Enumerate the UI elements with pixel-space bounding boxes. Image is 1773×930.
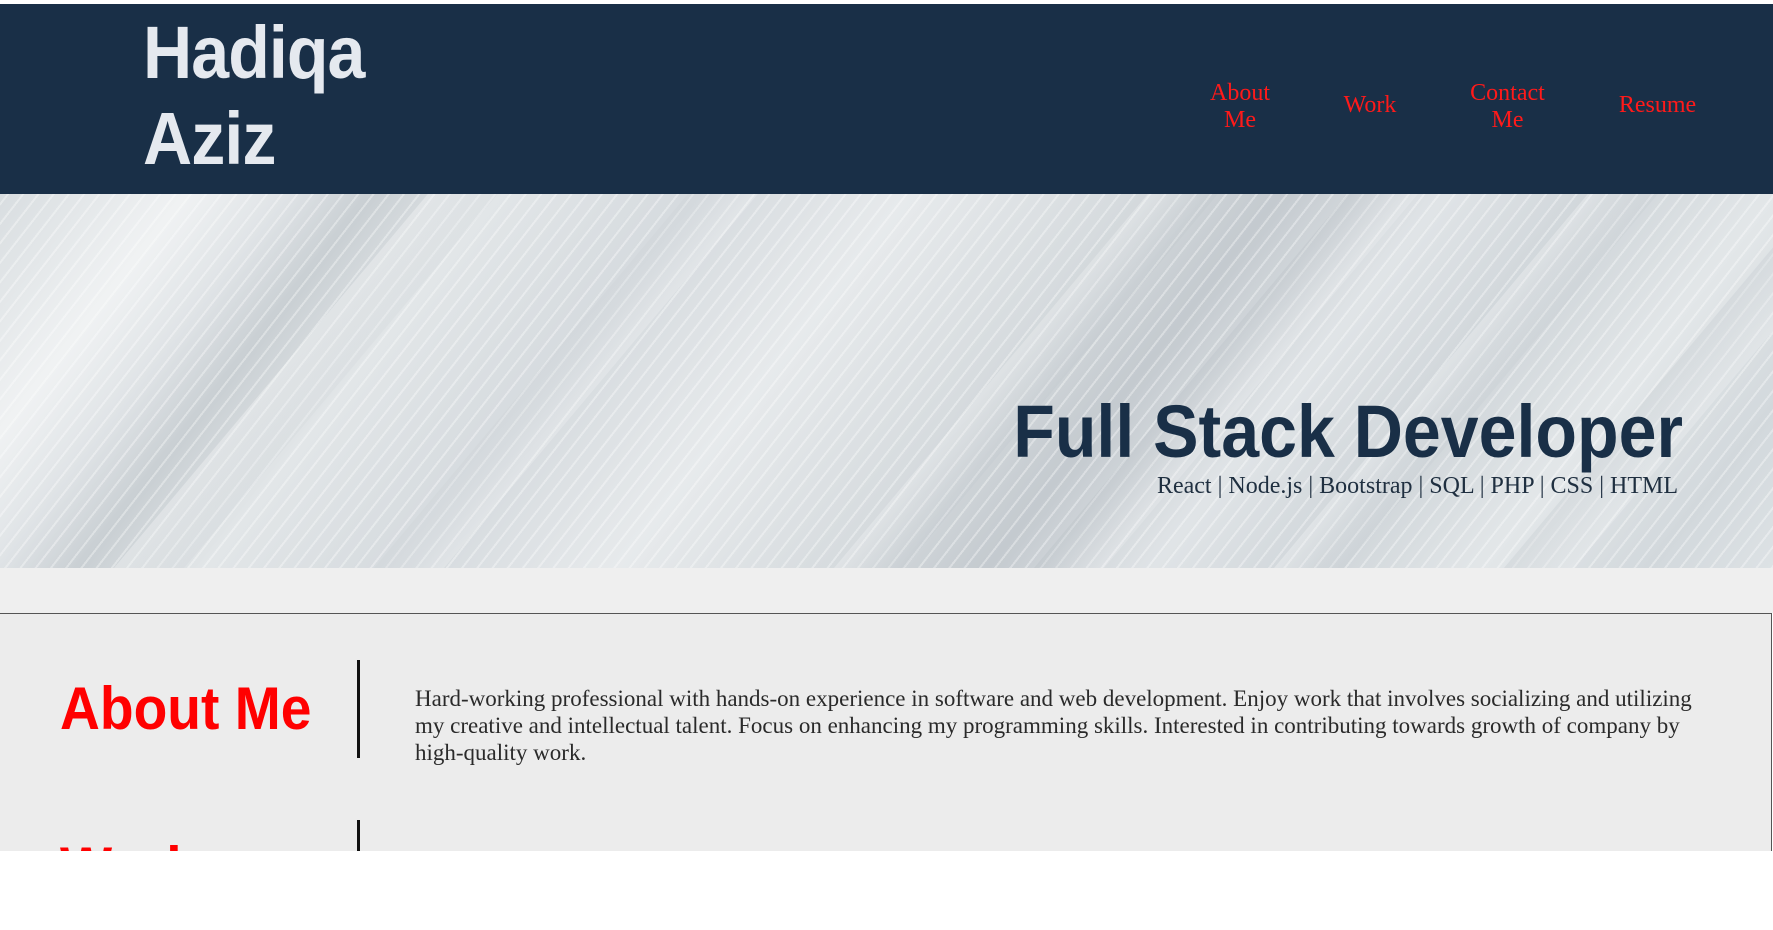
nav-link-about-me[interactable]: About Me	[1200, 80, 1280, 134]
section-spacer	[0, 568, 1773, 613]
hero-background-stripe	[1201, 194, 1709, 568]
nav-link-resume[interactable]: Resume	[1610, 92, 1705, 119]
content-panel: About Me Hard-working professional with …	[0, 613, 1772, 851]
nav-link-contact-me[interactable]: Contact Me	[1460, 80, 1555, 134]
hero-skills-list: React | Node.js | Bootstrap | SQL | PHP …	[1156, 473, 1678, 499]
hero-background-stripe	[301, 194, 809, 568]
work-heading: Work	[60, 836, 197, 852]
about-me-text: Hard-working professional with hands-on …	[415, 686, 1692, 765]
site-header: Hadiqa Aziz About Me Work Contact Me Res…	[0, 4, 1773, 194]
hero-title: Full Stack Developer	[1013, 390, 1683, 473]
nav-link-work[interactable]: Work	[1330, 92, 1410, 119]
section-divider	[357, 660, 360, 758]
page: Hadiqa Aziz About Me Work Contact Me Res…	[0, 0, 1773, 930]
section-divider	[357, 820, 360, 851]
main-nav: About Me Work Contact Me Resume	[0, 4, 1773, 194]
about-me-heading: About Me	[60, 675, 312, 742]
hero-banner: Full Stack Developer React | Node.js | B…	[0, 194, 1773, 568]
viewport-bottom-blank	[0, 851, 1773, 930]
